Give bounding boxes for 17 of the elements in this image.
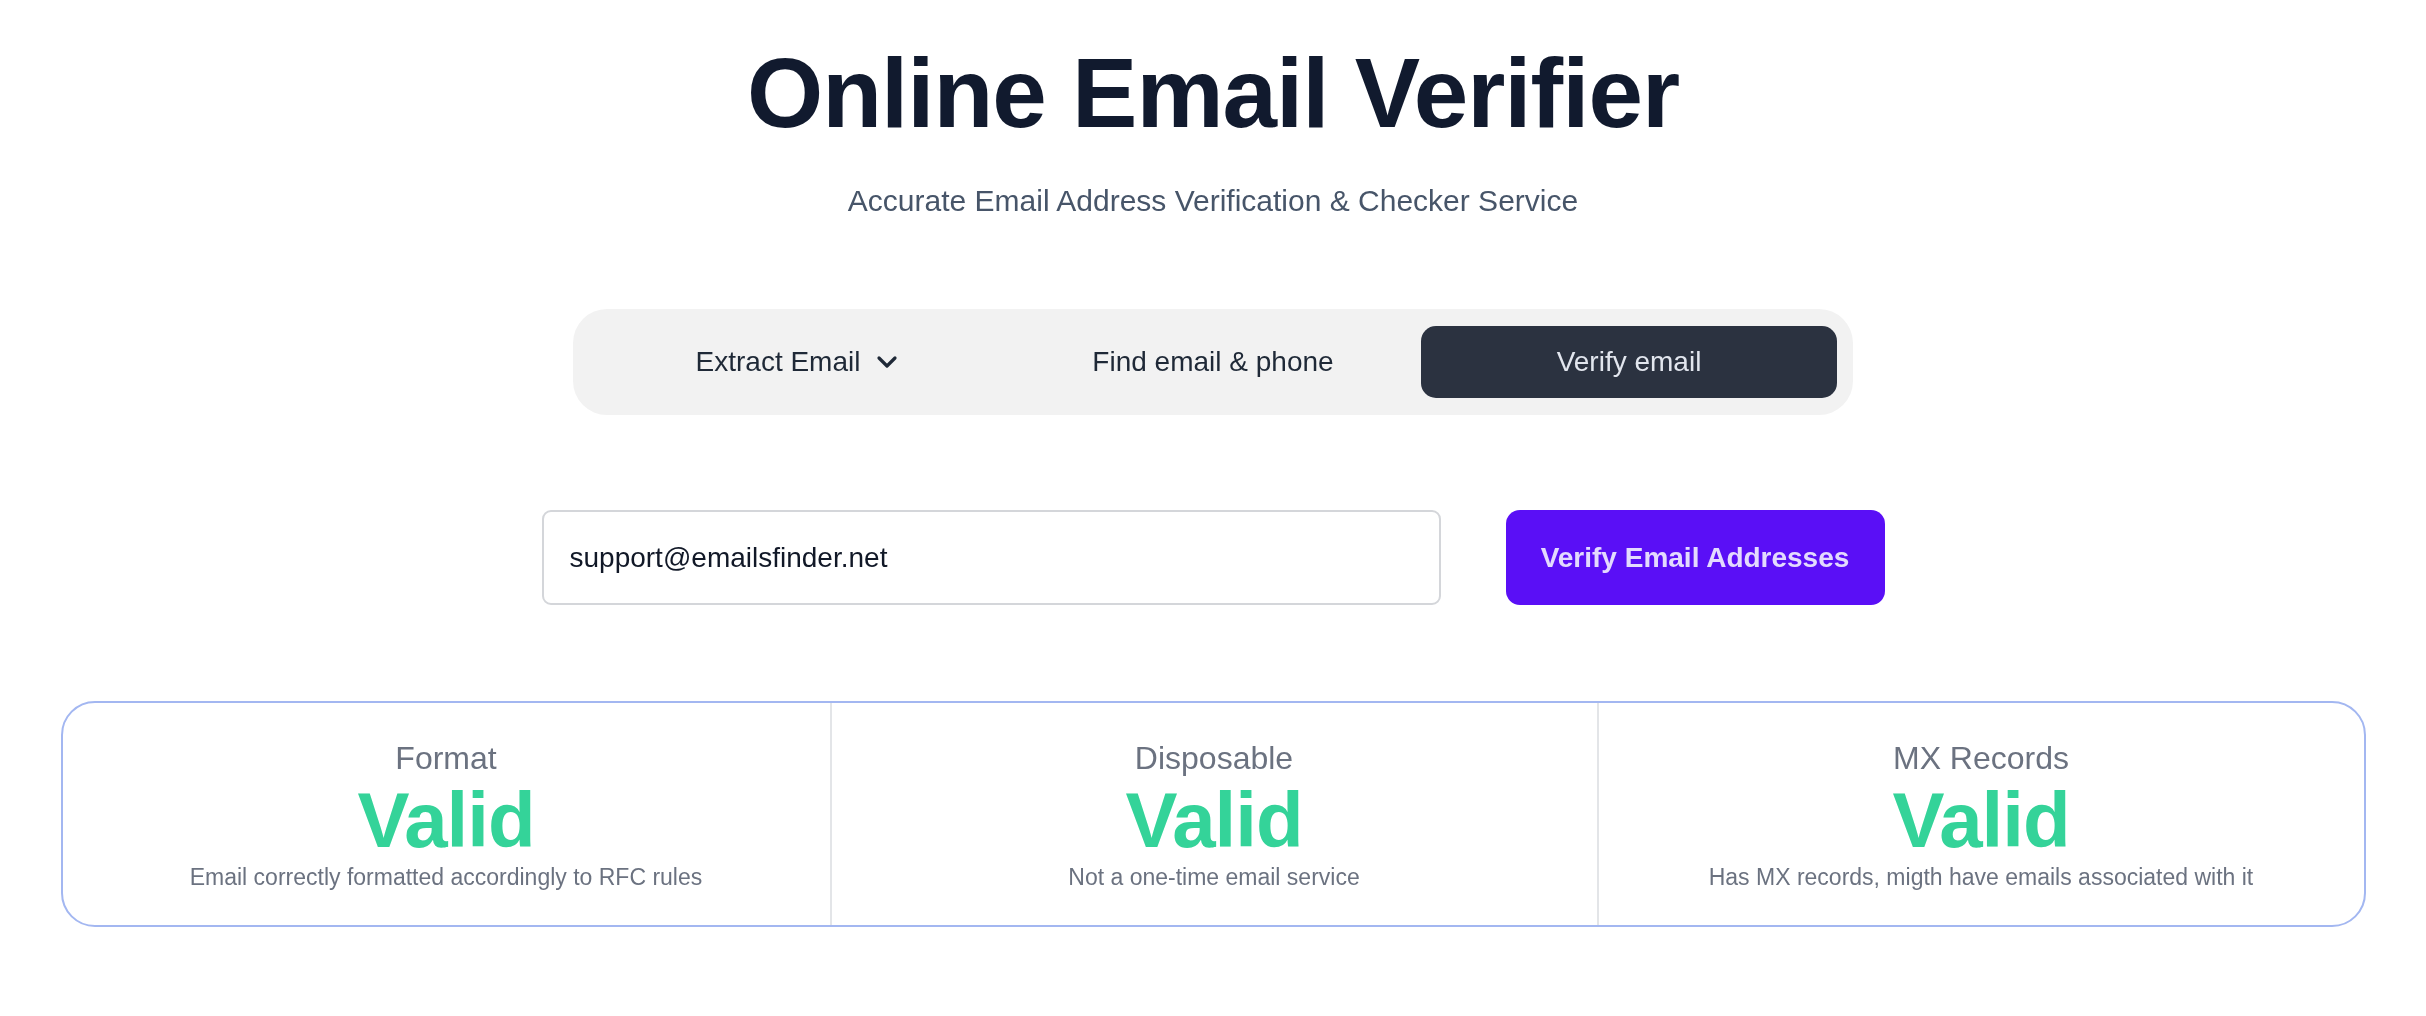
chevron-down-icon [876, 355, 899, 369]
page-title: Online Email Verifier [746, 37, 1680, 150]
check-description: Has MX records, migth have emails associated with it [1708, 863, 2254, 891]
check-status: Valid [1125, 777, 1303, 863]
check-label: Format [395, 739, 497, 777]
check-label: Disposable [1134, 739, 1294, 777]
check-description: Not a one-time email service [1068, 863, 1360, 891]
check-label: MX Records [1892, 739, 2069, 777]
page-subtitle: Accurate Email Address Verification & Checker Service [847, 183, 1579, 219]
email-input-field[interactable]: support@emailsfinder.net [541, 510, 1441, 605]
check-status: Valid [1892, 777, 2070, 863]
nav-tab[interactable]: Find email & phone [1005, 326, 1421, 398]
nav-tab[interactable]: Verify email [1421, 326, 1837, 398]
check-description: Email correctly formatted accordingly to RFC rules [189, 863, 703, 891]
check-status: Valid [357, 777, 535, 863]
nav-tab[interactable]: Extract Email [589, 326, 1005, 398]
verify-button[interactable]: Verify Email Addresses [1505, 510, 1885, 605]
